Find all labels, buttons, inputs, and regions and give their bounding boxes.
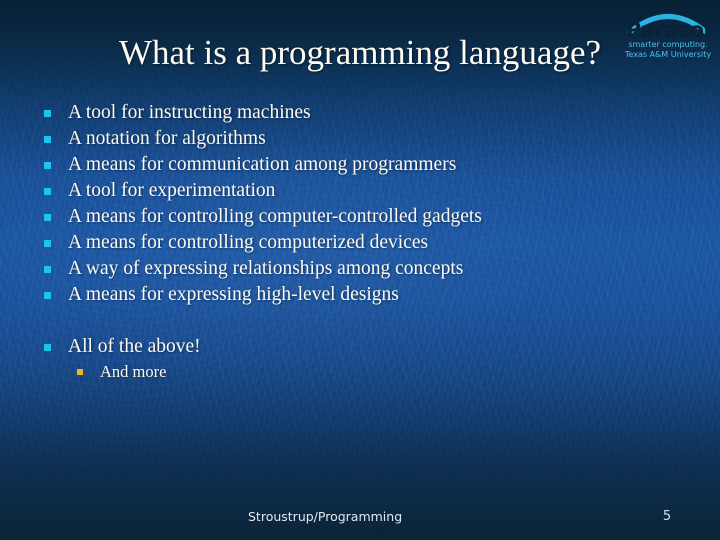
slide-title: What is a programming language? <box>118 33 602 72</box>
list-item-label: A way of expressing relationships among … <box>68 258 464 279</box>
sub-list-item: And more <box>0 360 720 384</box>
bullet-square-icon <box>44 110 51 117</box>
logo-tagline: smarter computing. <box>628 40 708 49</box>
bullet-square-icon <box>44 214 51 221</box>
sub-bullet-square-icon <box>77 369 83 375</box>
bullet-square-icon <box>44 162 51 169</box>
bullet-square-icon <box>44 136 51 143</box>
presentation-slide: What is a programming language? Parasol … <box>0 0 720 540</box>
list-item: A tool for experimentation <box>0 178 720 204</box>
slide-body: A tool for instructing machines A notati… <box>0 100 720 384</box>
list-item-label: A tool for instructing machines <box>68 102 311 123</box>
list-item: A tool for instructing machines <box>0 100 720 126</box>
bullet-square-icon <box>44 344 51 351</box>
bullet-square-icon <box>44 292 51 299</box>
list-item: A means for expressing high-level design… <box>0 282 720 308</box>
slide-page-number: 5 <box>662 509 672 524</box>
list-item: A means for controlling computerized dev… <box>0 230 720 256</box>
list-item-label: A notation for algorithms <box>68 128 266 149</box>
slide-footer: Stroustrup/Programming <box>248 509 403 524</box>
list-item: A means for communication among programm… <box>0 152 720 178</box>
list-item: A notation for algorithms <box>0 126 720 152</box>
list-item: A means for controlling computer-control… <box>0 204 720 230</box>
logo-affiliation: Texas A&M University <box>624 50 712 59</box>
bullet-square-icon <box>44 188 51 195</box>
list-item-label: A means for expressing high-level design… <box>68 284 399 305</box>
sub-list-item-label: And more <box>100 362 167 381</box>
list-item-label: A means for communication among programm… <box>68 154 457 175</box>
list-item-label: A tool for experimentation <box>68 180 276 201</box>
summary-list-item: All of the above! <box>0 334 720 360</box>
parasol-logo: Parasol smarter computing. Texas A&M Uni… <box>620 2 716 64</box>
list-item: A way of expressing relationships among … <box>0 256 720 282</box>
bullet-square-icon <box>44 266 51 273</box>
list-item-label: A means for controlling computerized dev… <box>68 232 429 253</box>
list-item-label: A means for controlling computer-control… <box>68 206 482 227</box>
bullet-square-icon <box>44 240 51 247</box>
summary-list-item-label: All of the above! <box>68 336 201 357</box>
logo-wordmark: Parasol <box>625 18 711 42</box>
